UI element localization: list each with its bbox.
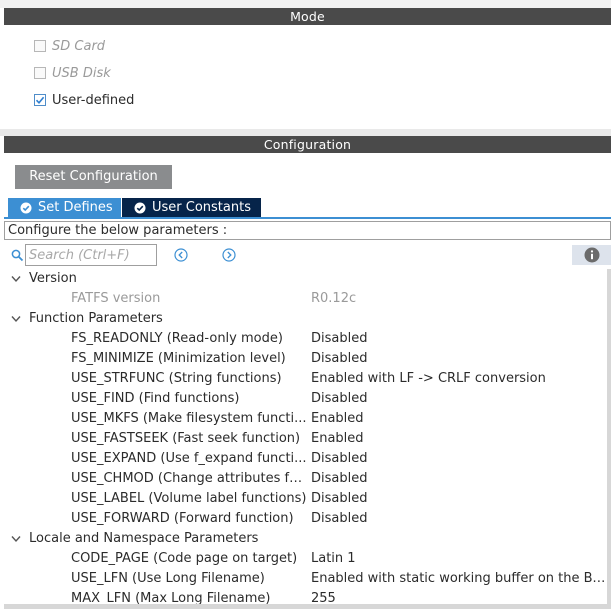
- param-name: USE_LABEL (Volume label functions): [71, 491, 307, 506]
- param-row[interactable]: USE_EXPAND (Use f_expand functi... Disab…: [4, 449, 607, 469]
- horizontal-scrollbar[interactable]: [4, 604, 611, 609]
- parameters-description: Configure the below parameters :: [4, 221, 611, 240]
- param-value: Disabled: [311, 391, 368, 406]
- param-row[interactable]: CODE_PAGE (Code page on target) Latin 1: [4, 549, 607, 569]
- user-defined-checkbox[interactable]: [34, 94, 46, 106]
- parameter-tree: Version FATFS version R0.12c Function Pa…: [4, 269, 607, 604]
- tree-group-version[interactable]: Version: [4, 269, 607, 289]
- param-row[interactable]: FS_READONLY (Read-only mode) Disabled: [4, 329, 607, 349]
- param-row[interactable]: USE_FASTSEEK (Fast seek function) Enable…: [4, 429, 607, 449]
- param-value: Enabled with LF -> CRLF conversion: [311, 371, 546, 386]
- param-row[interactable]: MAX_LFN (Max Long Filename) 255: [4, 589, 607, 604]
- chevron-down-icon[interactable]: [11, 275, 21, 283]
- param-value: Disabled: [311, 451, 368, 466]
- param-row[interactable]: USE_STRFUNC (String functions) Enabled w…: [4, 369, 607, 389]
- vertical-scrollbar[interactable]: [607, 269, 611, 604]
- param-value: Latin 1: [311, 551, 356, 566]
- info-button[interactable]: [572, 245, 611, 265]
- param-name: USE_FIND (Find functions): [71, 391, 240, 406]
- param-row[interactable]: USE_FORWARD (Forward function) Disabled: [4, 509, 607, 529]
- chevron-down-icon[interactable]: [11, 315, 21, 323]
- reset-configuration-button[interactable]: Reset Configuration: [15, 165, 172, 189]
- param-name: USE_FASTSEEK (Fast seek function): [71, 431, 301, 446]
- sd-card-checkbox[interactable]: [34, 40, 46, 52]
- param-value: Disabled: [311, 511, 368, 526]
- search-input[interactable]: [25, 244, 157, 266]
- group-label: Version: [29, 271, 77, 286]
- search-icon-wrap: [11, 244, 24, 266]
- check-icon: [35, 96, 45, 105]
- param-value: Enabled with static working buffer on th…: [311, 571, 607, 586]
- usb-disk-checkbox[interactable]: [34, 67, 46, 79]
- param-value: Disabled: [311, 351, 368, 366]
- sd-card-option[interactable]: SD Card: [34, 37, 105, 55]
- top-edge: [0, 0, 611, 8]
- user-defined-option[interactable]: User-defined: [34, 91, 134, 109]
- param-name: CODE_PAGE (Code page on target): [71, 551, 298, 566]
- param-name: USE_CHMOD (Change attributes fu...: [71, 471, 307, 486]
- arrow-left-circle-icon[interactable]: [174, 248, 188, 262]
- param-name: USE_FORWARD (Forward function): [71, 511, 294, 526]
- param-value: Disabled: [311, 471, 368, 486]
- param-name: FS_MINIMIZE (Minimization level): [71, 351, 286, 366]
- param-name: USE_EXPAND (Use f_expand functi...: [71, 451, 307, 466]
- tab-user-constants[interactable]: User Constants: [122, 198, 261, 218]
- param-row[interactable]: USE_LFN (Use Long Filename) Enabled with…: [4, 569, 607, 589]
- param-row[interactable]: USE_CHMOD (Change attributes fu... Disab…: [4, 469, 607, 489]
- param-name: FS_READONLY (Read-only mode): [71, 331, 283, 346]
- usb-disk-option[interactable]: USB Disk: [34, 64, 111, 82]
- sd-card-label: SD Card: [52, 38, 106, 54]
- param-row[interactable]: USE_FIND (Find functions) Disabled: [4, 389, 607, 409]
- param-name: MAX_LFN (Max Long Filename): [71, 591, 271, 604]
- info-icon: [584, 247, 599, 263]
- usb-disk-label: USB Disk: [52, 65, 111, 81]
- configuration-section-header: Configuration: [4, 136, 611, 153]
- search-icon: [11, 249, 24, 261]
- param-name: USE_MKFS (Make filesystem functi...: [71, 411, 307, 426]
- user-defined-label: User-defined: [52, 92, 135, 108]
- section-divider: [0, 129, 611, 136]
- param-row[interactable]: FS_MINIMIZE (Minimization level) Disable…: [4, 349, 607, 369]
- tab-underline: [4, 217, 611, 219]
- chevron-down-icon[interactable]: [11, 535, 21, 543]
- param-value: R0.12c: [311, 291, 357, 306]
- tree-group-locale-namespace[interactable]: Locale and Namespace Parameters: [4, 529, 607, 549]
- arrow-right-circle-icon[interactable]: [222, 248, 236, 262]
- param-value: 255: [311, 591, 336, 604]
- tab-set-defines[interactable]: Set Defines: [8, 198, 121, 218]
- param-name: USE_LFN (Use Long Filename): [71, 571, 265, 586]
- param-row[interactable]: USE_MKFS (Make filesystem functi... Enab…: [4, 409, 607, 429]
- param-name: FATFS version: [71, 291, 161, 306]
- check-circle-icon: [134, 202, 146, 214]
- group-label: Locale and Namespace Parameters: [29, 531, 259, 546]
- param-value: Enabled: [311, 431, 364, 446]
- param-value: Disabled: [311, 491, 368, 506]
- param-name: USE_STRFUNC (String functions): [71, 371, 282, 386]
- param-value: Disabled: [311, 331, 368, 346]
- tree-group-function-parameters[interactable]: Function Parameters: [4, 309, 607, 329]
- mode-section-header: Mode: [4, 8, 611, 25]
- tab-set-defines-label: Set Defines: [38, 200, 113, 215]
- param-row[interactable]: FATFS version R0.12c: [4, 289, 607, 309]
- param-row[interactable]: USE_LABEL (Volume label functions) Disab…: [4, 489, 607, 509]
- param-value: Enabled: [311, 411, 364, 426]
- tab-user-constants-label: User Constants: [152, 200, 251, 215]
- check-circle-icon: [20, 202, 32, 214]
- group-label: Function Parameters: [29, 311, 163, 326]
